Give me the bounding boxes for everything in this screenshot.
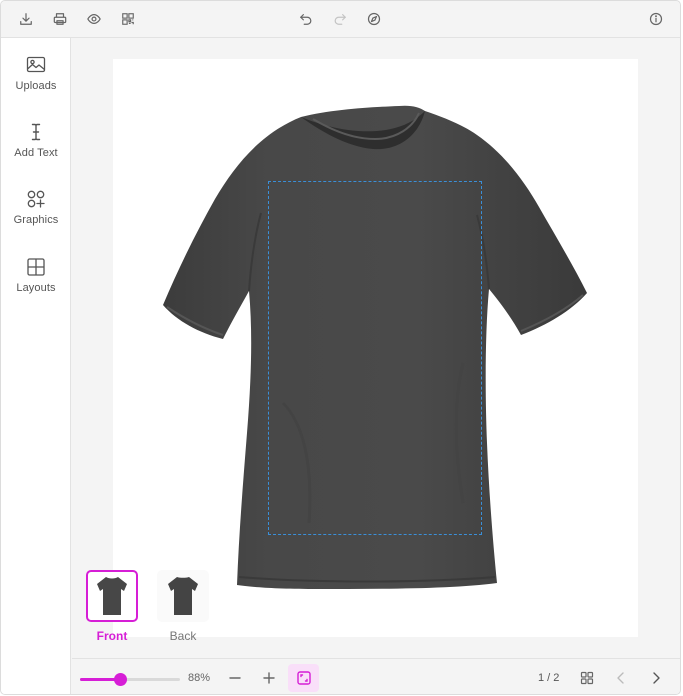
sidebar-item-label: Uploads <box>15 80 57 92</box>
design-workspace: Front Back <box>72 39 680 658</box>
sidebar-item-graphics[interactable]: Graphics <box>1 189 71 245</box>
info-icon[interactable] <box>647 10 665 28</box>
sidebar-item-uploads[interactable]: Uploads <box>1 55 71 111</box>
shapes-icon <box>27 190 45 208</box>
zoom-slider-handle[interactable] <box>114 673 127 686</box>
zoom-out-icon[interactable] <box>226 669 244 687</box>
view-thumb-back[interactable] <box>157 570 209 622</box>
text-cursor-icon <box>31 123 41 141</box>
tshirt-thumb-icon <box>168 577 198 615</box>
sidebar-item-layouts[interactable]: Layouts <box>1 257 71 313</box>
sidebar-item-add-text[interactable]: Add Text <box>1 122 71 178</box>
pages-grid-icon[interactable] <box>578 669 596 687</box>
view-label-front: Front <box>96 629 128 643</box>
zoom-in-icon[interactable] <box>260 669 278 687</box>
sidebar-item-label: Layouts <box>16 282 56 294</box>
zoom-slider[interactable] <box>80 673 180 686</box>
grid-layout-icon <box>27 258 45 276</box>
product-designer-window: Uploads Add Text Graphics Layouts Front … <box>0 0 681 695</box>
view-label-back: Back <box>169 629 197 643</box>
preview-eye-icon[interactable] <box>85 10 103 28</box>
design-canvas[interactable] <box>113 59 638 637</box>
print-icon[interactable] <box>51 10 69 28</box>
redo-icon[interactable] <box>331 10 349 28</box>
tshirt-thumb-icon <box>97 577 127 615</box>
undo-icon[interactable] <box>297 10 315 28</box>
fit-screen-icon <box>296 671 311 685</box>
sidebar: Uploads Add Text Graphics Layouts <box>1 38 71 694</box>
print-area-guide <box>268 181 482 535</box>
compass-icon[interactable] <box>365 10 383 28</box>
qr-code-icon[interactable] <box>119 10 137 28</box>
zoom-value: 88% <box>188 672 211 684</box>
fit-to-screen-button[interactable] <box>288 664 319 692</box>
page-indicator: 1 / 2 <box>538 672 560 684</box>
sidebar-item-label: Add Text <box>14 147 58 159</box>
top-toolbar <box>1 1 680 38</box>
next-page-icon[interactable] <box>647 669 665 687</box>
view-thumb-front[interactable] <box>86 570 138 622</box>
image-icon <box>26 56 46 73</box>
bottom-toolbar: 88% 1 / 2 <box>72 658 680 694</box>
sidebar-item-label: Graphics <box>13 214 59 226</box>
download-icon[interactable] <box>17 10 35 28</box>
previous-page-icon[interactable] <box>612 669 630 687</box>
